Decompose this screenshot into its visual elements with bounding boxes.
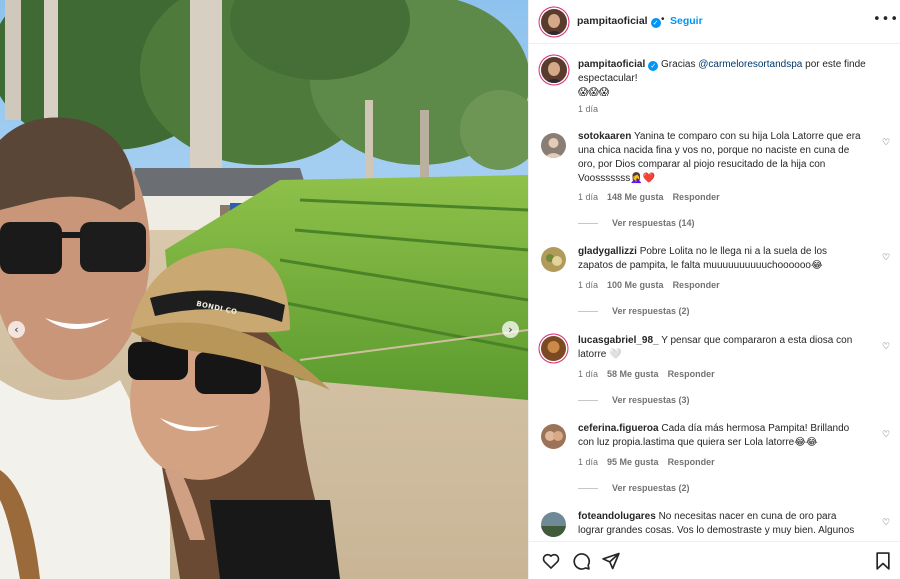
next-photo-button[interactable]: ›: [502, 321, 519, 338]
replies-divider: [578, 223, 598, 225]
header-separator: •: [661, 14, 665, 25]
view-replies-button[interactable]: Ver respuestas (14): [578, 218, 695, 228]
comment-meta: 1 día 95 Me gusta Responder: [578, 457, 724, 467]
comment-like-heart-icon[interactable]: ♡: [882, 253, 890, 263]
comment-text: gladygallizzi Pobre Lolita no le llega n…: [578, 246, 828, 271]
more-options-icon[interactable]: •••: [873, 12, 899, 27]
view-replies-button[interactable]: Ver respuestas (2): [578, 306, 690, 316]
verified-badge-icon: ✓: [650, 18, 661, 28]
comment-like-heart-icon[interactable]: ♡: [882, 430, 890, 440]
post-actions-bar: [529, 541, 900, 579]
comment-meta: 1 día 148 Me gusta Responder: [578, 192, 729, 202]
caption-mention-link[interactable]: @carmeloresortandspa: [698, 59, 802, 70]
heart-icon[interactable]: [541, 551, 561, 571]
replies-divider: [578, 488, 598, 490]
replies-divider: [578, 400, 598, 402]
follow-button[interactable]: Seguir: [670, 15, 703, 27]
comment-time[interactable]: 1 día: [578, 457, 598, 467]
caption-text: pampitaoficial ✓ Gracias @carmeloresortan…: [578, 59, 866, 98]
bookmark-icon[interactable]: [873, 551, 893, 571]
caption-time[interactable]: 1 día: [578, 104, 598, 114]
commenter-avatar[interactable]: [541, 512, 566, 537]
replies-divider: [578, 311, 598, 313]
comment-like-heart-icon[interactable]: ♡: [882, 138, 890, 148]
previous-photo-button[interactable]: ‹: [8, 321, 25, 338]
commenter-avatar[interactable]: [541, 247, 566, 272]
comments-list[interactable]: pampitaoficial ✓ Gracias @carmeloresortan…: [529, 45, 900, 538]
share-icon[interactable]: [601, 551, 621, 571]
comment-time[interactable]: 1 día: [578, 369, 598, 379]
comment-time[interactable]: 1 día: [578, 192, 598, 202]
commenter-username[interactable]: ceferina.figueroa: [578, 423, 659, 434]
comment-icon[interactable]: [571, 551, 591, 571]
comment-meta: 1 día 58 Me gusta Responder: [578, 369, 724, 379]
reply-button[interactable]: Responder: [668, 369, 715, 379]
commenter-avatar[interactable]: [541, 133, 566, 158]
comment-likes[interactable]: 100 Me gusta: [607, 280, 664, 290]
caption-username[interactable]: pampitaoficial: [578, 59, 645, 70]
comment-text: foteandolugares No necesitas nacer en cu…: [578, 511, 855, 536]
commenter-avatar[interactable]: [541, 424, 566, 449]
verified-badge-icon: ✓: [648, 61, 659, 71]
reply-button[interactable]: Responder: [668, 457, 715, 467]
comment-text: lucasgabriel_98_ Y pensar que compararon…: [578, 335, 853, 360]
photo-scene: [0, 0, 528, 579]
post-photo[interactable]: BONDI CO ‹ ›: [0, 0, 528, 579]
commenter-avatar[interactable]: [541, 336, 566, 361]
reply-button[interactable]: Responder: [673, 280, 720, 290]
commenter-username[interactable]: gladygallizzi: [578, 246, 637, 257]
view-replies-button[interactable]: Ver respuestas (2): [578, 483, 690, 493]
comment-likes[interactable]: 58 Me gusta: [607, 369, 659, 379]
comment-text: ceferina.figueroa Cada día más hermosa P…: [578, 423, 850, 448]
comment-like-heart-icon[interactable]: ♡: [882, 342, 890, 352]
comment-time[interactable]: 1 día: [578, 280, 598, 290]
reply-button[interactable]: Responder: [673, 192, 720, 202]
caption-avatar[interactable]: [541, 57, 567, 83]
caption-emojis: 😱😱😱: [578, 87, 610, 98]
view-replies-button[interactable]: Ver respuestas (3): [578, 395, 690, 405]
comment-text: sotokaaren Yanina te comparo con su hija…: [578, 131, 861, 184]
post-header: pampitaoficial ✓ • Seguir •••: [529, 0, 900, 44]
author-avatar[interactable]: [541, 9, 567, 35]
comment-likes[interactable]: 95 Me gusta: [607, 457, 659, 467]
commenter-username[interactable]: foteandolugares: [578, 511, 656, 522]
comment-like-heart-icon[interactable]: ♡: [882, 518, 890, 528]
comment-meta: 1 día 100 Me gusta Responder: [578, 280, 729, 290]
comment-likes[interactable]: 148 Me gusta: [607, 192, 664, 202]
caption-meta: 1 día: [578, 104, 607, 114]
commenter-username[interactable]: lucasgabriel_98_: [578, 335, 659, 346]
post-sidebar: pampitaoficial ✓ • Seguir ••• pampitaofic…: [528, 0, 900, 579]
commenter-username[interactable]: sotokaaren: [578, 131, 631, 142]
author-username[interactable]: pampitaoficial ✓: [577, 15, 661, 28]
